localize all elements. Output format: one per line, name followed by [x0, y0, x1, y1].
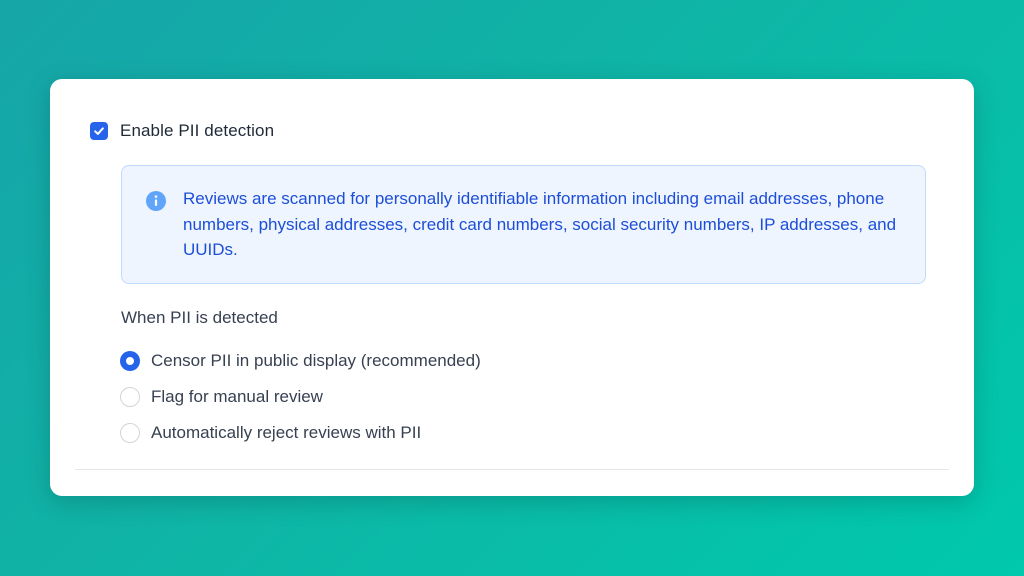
pii-info-box: Reviews are scanned for personally ident… [121, 165, 926, 284]
checkmark-icon [94, 127, 104, 135]
radio-option-censor[interactable]: Censor PII in public display (recommende… [120, 343, 481, 379]
radio-option-flag[interactable]: Flag for manual review [120, 379, 481, 415]
radio-label-reject: Automatically reject reviews with PII [151, 423, 422, 442]
radio-button-censor[interactable] [120, 351, 140, 371]
pii-action-heading: When PII is detected [121, 308, 278, 327]
radio-button-reject[interactable] [120, 423, 140, 443]
enable-pii-detection-row[interactable]: Enable PII detection [90, 121, 274, 141]
radio-label-censor: Censor PII in public display (recommende… [151, 351, 481, 370]
enable-pii-detection-label: Enable PII detection [120, 121, 275, 140]
card-divider [75, 469, 949, 470]
pii-info-text: Reviews are scanned for personally ident… [183, 189, 897, 259]
radio-label-flag: Flag for manual review [151, 387, 323, 406]
enable-pii-detection-checkbox[interactable] [90, 122, 108, 140]
info-icon [146, 191, 166, 211]
radio-button-flag[interactable] [120, 387, 140, 407]
pii-settings-card: Enable PII detection Reviews are scanned… [50, 79, 974, 496]
radio-option-reject[interactable]: Automatically reject reviews with PII [120, 415, 481, 451]
pii-action-radio-group: Censor PII in public display (recommende… [120, 343, 481, 451]
